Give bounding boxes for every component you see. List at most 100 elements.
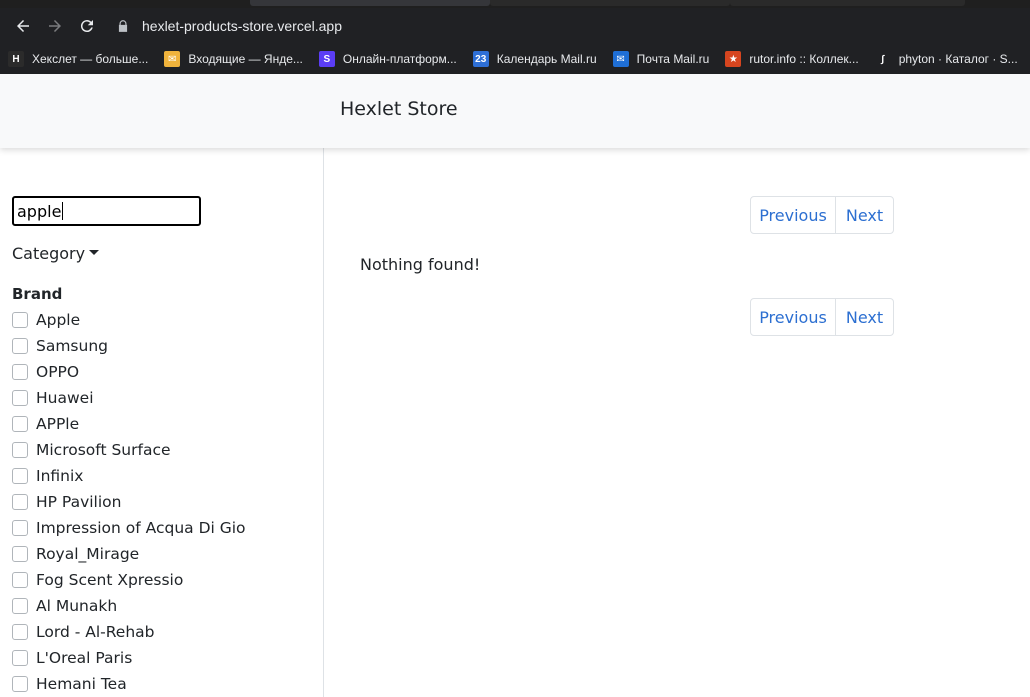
brand-label: Huawei — [36, 389, 94, 407]
pagination-bottom: Previous Next — [750, 298, 894, 336]
brand-checkbox[interactable] — [12, 312, 28, 328]
brand-checkbox[interactable] — [12, 390, 28, 406]
browser-tab[interactable] — [490, 0, 730, 6]
brand-checkbox-item[interactable]: L'Oreal Paris — [12, 645, 246, 671]
brand-label: Lord - Al-Rehab — [36, 623, 155, 641]
brand-label: Royal_Mirage — [36, 545, 140, 563]
bookmark-label: Хекслет — больше... — [32, 52, 149, 66]
bookmark-item[interactable]: S Онлайн-платформ... — [318, 51, 457, 67]
previous-button[interactable]: Previous — [751, 299, 836, 335]
brand-checkbox[interactable] — [12, 468, 28, 484]
brand-checkbox-item[interactable]: Microsoft Surface — [12, 437, 246, 463]
arrow-right-icon — [49, 20, 61, 32]
bookmark-label: phyton · Каталог · S... — [898, 52, 1018, 66]
arrow-left-icon — [17, 20, 29, 32]
brand-label: Al Munakh — [36, 597, 118, 615]
navbar: Hexlet Store — [0, 74, 1030, 148]
next-button[interactable]: Next — [836, 197, 893, 233]
bookmark-item[interactable]: ∫ phyton · Каталог · S... — [874, 51, 1018, 67]
brand-checkbox-item[interactable]: Huawei — [12, 385, 246, 411]
brand-label: Fog Scent Xpressio — [36, 571, 184, 589]
back-button[interactable] — [8, 11, 38, 41]
browser-tab[interactable] — [250, 0, 490, 6]
skillbox-icon: S — [318, 51, 335, 67]
brand-checkbox[interactable] — [12, 676, 28, 692]
brand-checkbox[interactable] — [12, 416, 28, 432]
brand-label: HP Pavilion — [36, 493, 122, 511]
brand-checkbox[interactable] — [12, 338, 28, 354]
brand-label: L'Oreal Paris — [36, 649, 133, 667]
hexlet-icon: H — [8, 51, 24, 67]
rutor-icon: ★ — [725, 51, 742, 67]
brand-checkbox-item[interactable]: Samsung — [12, 333, 246, 359]
previous-button[interactable]: Previous — [751, 197, 836, 233]
category-label: Category — [12, 244, 86, 263]
brand-checkbox-item[interactable]: Impression of Acqua Di Gio — [12, 515, 246, 541]
brand-checkbox[interactable] — [12, 494, 28, 510]
next-button[interactable]: Next — [836, 299, 893, 335]
browser-tab[interactable] — [730, 0, 965, 6]
bookmarks-bar: H Хекслет — больше... ✉ Входящие — Янде... S… — [0, 44, 1030, 74]
brand-checkbox[interactable] — [12, 650, 28, 666]
bookmark-item[interactable]: H Хекслет — больше... — [8, 51, 148, 67]
brand-checkbox-item[interactable]: Hemani Tea — [12, 671, 246, 697]
brand-checkbox[interactable] — [12, 442, 28, 458]
reload-icon — [80, 20, 93, 33]
bookmark-label: Онлайн-платформ... — [342, 52, 457, 66]
search-input[interactable]: apple — [12, 196, 201, 226]
brand-label: APPle — [36, 415, 80, 433]
brand-label: Hemani Tea — [36, 675, 127, 693]
brand-checkbox-item[interactable]: HP Pavilion — [12, 489, 246, 515]
empty-results-message: Nothing found! — [360, 255, 481, 274]
bookmark-label: Входящие — Янде... — [188, 52, 303, 66]
caret-down-icon — [89, 249, 100, 255]
brand-checkbox-item[interactable]: Apple — [12, 307, 246, 333]
forward-button[interactable] — [40, 11, 70, 41]
brand-filter-list: Apple Samsung OPPO Huawei APPle Microsoft Sur… — [12, 307, 246, 697]
bookmark-label: Почта Mail.ru — [636, 52, 710, 66]
category-dropdown[interactable]: Category — [12, 244, 100, 263]
mail-icon: ✉ — [164, 51, 181, 67]
browser-toolbar: hexlet-products-store.vercel.app — [0, 8, 1030, 44]
url-text: hexlet-products-store.vercel.app — [142, 18, 342, 34]
reload-button[interactable] — [72, 11, 102, 41]
brand-label: Infinix — [36, 467, 84, 485]
brand-checkbox-item[interactable]: Al Munakh — [12, 593, 246, 619]
bookmark-label: rutor.info :: Коллек... — [749, 52, 859, 66]
brand-checkbox-item[interactable]: Infinix — [12, 463, 246, 489]
brand-checkbox[interactable] — [12, 546, 28, 562]
bookmark-item[interactable]: ★ rutor.info :: Коллек... — [725, 51, 859, 67]
bookmark-item[interactable]: ✉ Входящие — Янде... — [164, 51, 303, 67]
stepik-icon: ∫ — [874, 51, 891, 67]
brand-checkbox-item[interactable]: Royal_Mirage — [12, 541, 246, 567]
lock-icon — [118, 20, 128, 32]
search-input-value: apple — [17, 201, 62, 221]
brand-checkbox-item[interactable]: APPle — [12, 411, 246, 437]
brand-checkbox[interactable] — [12, 520, 28, 536]
text-caret — [62, 202, 64, 220]
brand-label: Impression of Acqua Di Gio — [36, 519, 246, 537]
pagination-top: Previous Next — [750, 196, 894, 234]
brand-checkbox[interactable] — [12, 572, 28, 588]
brand-checkbox[interactable] — [12, 598, 28, 614]
brand-checkbox-item[interactable]: Fog Scent Xpressio — [12, 567, 246, 593]
store-brand-link[interactable]: Hexlet Store — [340, 98, 458, 120]
page: Hexlet Store apple Category Brand Apple S… — [0, 74, 1030, 697]
calendar-icon: 23 — [472, 51, 489, 67]
main-content: Previous Next Nothing found! Previous Ne… — [324, 148, 1030, 697]
brand-label: OPPO — [36, 363, 80, 381]
brand-filter-title: Brand — [12, 285, 63, 303]
address-bar[interactable]: hexlet-products-store.vercel.app — [116, 11, 1030, 41]
brand-label: Microsoft Surface — [36, 441, 171, 459]
bookmark-item[interactable]: ✉ Почта Mail.ru — [612, 51, 710, 67]
brand-label: Samsung — [36, 337, 108, 355]
brand-checkbox-item[interactable]: Lord - Al-Rehab — [12, 619, 246, 645]
brand-checkbox[interactable] — [12, 364, 28, 380]
bookmark-item[interactable]: 23 Календарь Mail.ru — [472, 51, 597, 67]
bookmark-label: Календарь Mail.ru — [496, 52, 597, 66]
mailru-icon: ✉ — [612, 51, 629, 67]
brand-checkbox-item[interactable]: OPPO — [12, 359, 246, 385]
brand-label: Apple — [36, 311, 81, 329]
tab-strip — [0, 0, 1030, 8]
brand-checkbox[interactable] — [12, 624, 28, 640]
